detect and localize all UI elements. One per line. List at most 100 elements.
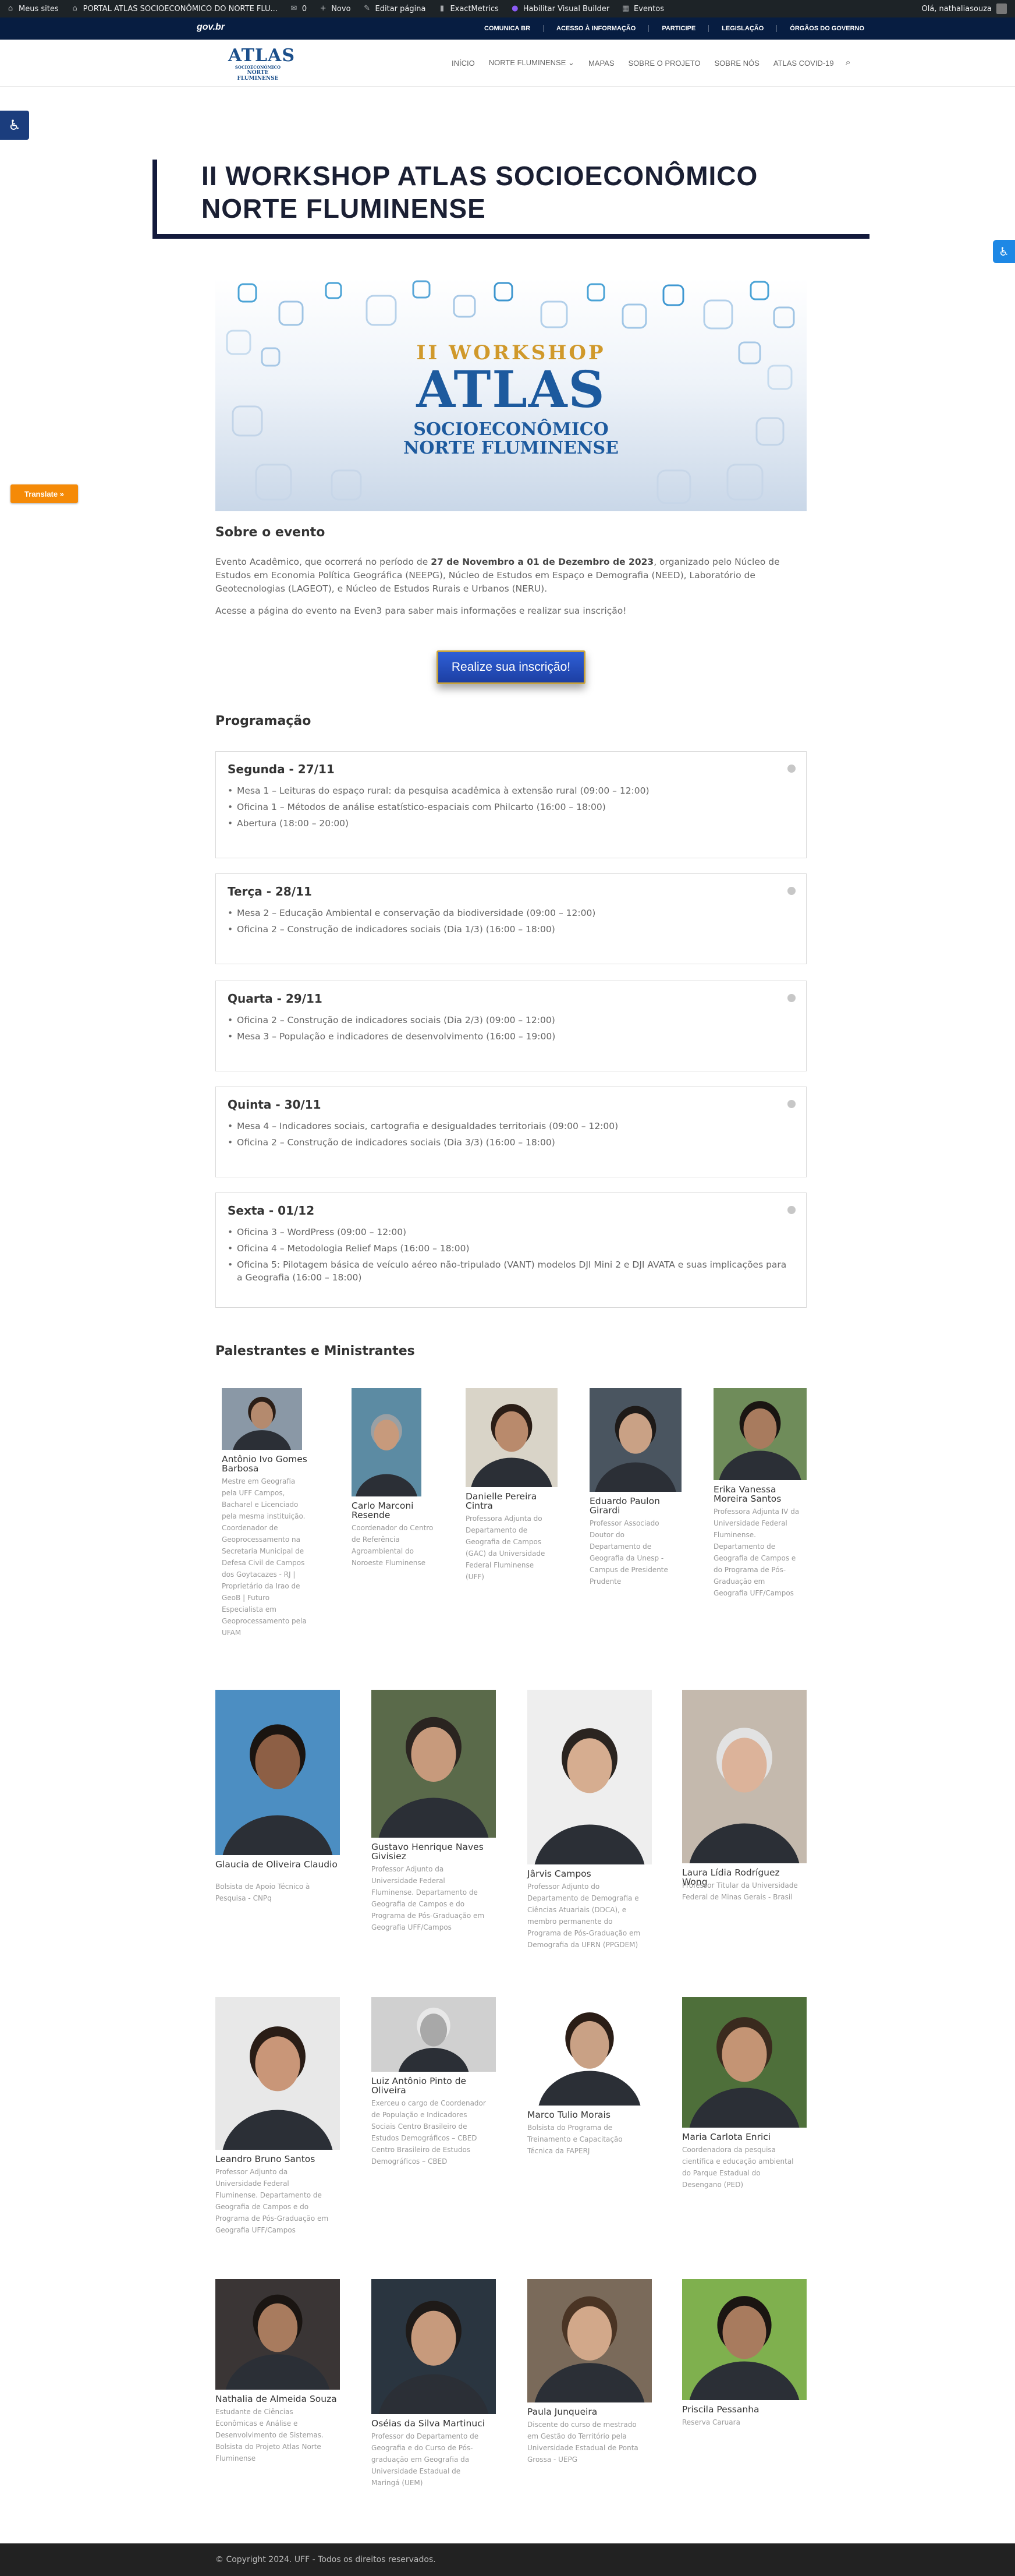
speaker-description: Professor do Departamento de Geografia e… (371, 2432, 479, 2487)
nav-atlas-covid[interactable]: ATLAS COVID-19 (766, 59, 841, 68)
nav-sobre-projeto[interactable]: SOBRE O PROJETO (622, 59, 708, 68)
speaker-description: Exerceu o cargo de Coordenador de Popula… (371, 2099, 486, 2165)
admin-events[interactable]: ▦ Eventos (615, 0, 670, 17)
speaker-photo (352, 1388, 421, 1496)
schedule-item: Oficina 3 – WordPress (09:00 – 12:00) (228, 1226, 792, 1239)
admin-new[interactable]: + Novo (313, 0, 356, 17)
chart-icon: ▮ (439, 4, 445, 13)
schedule-item: Oficina 1 – Métodos de análise estatísti… (228, 801, 792, 813)
admin-site-name[interactable]: ⌂ PORTAL ATLAS SOCIOECONÔMICO DO NORTE FL… (65, 0, 283, 17)
speaker-description: Coordenadora da pesquisa científica e ed… (682, 2146, 794, 2189)
speaker-photo (682, 2279, 807, 2400)
nav-inicio[interactable]: INÍCIO (445, 59, 482, 68)
schedule-day-toggle[interactable]: Sexta - 01/12 Oficina 3 – WordPress (09:0… (215, 1193, 807, 1308)
schedule-item: Mesa 3 – População e indicadores de dese… (228, 1030, 792, 1043)
speaker-name: Marco Tulio Morais (527, 2110, 611, 2120)
speaker-description: Professora Adjunta IV da Universidade Fe… (714, 1508, 800, 1597)
event-banner: II WORKSHOP ATLAS SOCIOECONÔMICO NORTE F… (215, 278, 807, 511)
page-title: II WORKSHOP ATLAS SOCIOECONÔMICO NORTE F… (201, 161, 758, 224)
speaker-name: Maria Carlota Enrici (682, 2132, 771, 2142)
admin-account[interactable]: Olá, nathaliasouza (921, 3, 1015, 14)
pencil-icon: ✎ (364, 4, 370, 13)
site-header: ATLAS SOCIOECONÔMICO NORTE FLUMINENSE IN… (0, 40, 1015, 86)
admin-edit-page-label: Editar página (375, 4, 426, 13)
about-p1-dates: 27 de Novembro a 01 de Dezembro de 2023 (431, 557, 654, 567)
admin-my-sites[interactable]: ⌂ Meus sites (0, 0, 65, 17)
comment-icon: ✉ (290, 4, 297, 13)
toggle-icon[interactable] (787, 765, 796, 773)
schedule-item: Abertura (18:00 – 20:00) (228, 817, 792, 830)
speaker-photo (590, 1388, 682, 1492)
admin-comments[interactable]: ✉ 0 (283, 0, 313, 17)
speaker-name: Eduardo Paulon Girardi (590, 1496, 660, 1516)
divi-icon: ● (512, 4, 519, 13)
schedule-items: Mesa 1 – Leituras do espaço rural: da pe… (228, 784, 792, 833)
banner-line-4: NORTE FLUMINENSE (403, 438, 619, 458)
speaker-name: Gustavo Henrique Naves Givisiez (371, 1842, 484, 1862)
schedule-item: Mesa 2 – Educação Ambiental e conservaçã… (228, 907, 792, 919)
gov-link-orgaos[interactable]: ÓRGÃOS DO GOVERNO (777, 25, 877, 32)
site-logo-sub2: NORTE FLUMINENSE (237, 70, 279, 82)
admin-events-label: Eventos (634, 4, 665, 13)
speaker-photo (222, 1388, 302, 1450)
site-logo-sub1: SOCIOECONÔMICO (235, 65, 281, 70)
schedule-day-toggle[interactable]: Terça - 28/11 Mesa 2 – Educação Ambiental… (215, 873, 807, 964)
schedule-day-toggle[interactable]: Segunda - 27/11 Mesa 1 – Leituras do espa… (215, 751, 807, 858)
speaker-description: Bolsista do Programa de Treinamento e Ca… (527, 2124, 623, 2155)
schedule-items: Oficina 2 – Construção de indicadores so… (228, 1014, 792, 1046)
nav-sobre-nos[interactable]: SOBRE NÓS (708, 59, 766, 68)
speaker-name: Jârvis Campos (527, 1869, 591, 1879)
speaker-name: Antônio Ivo Gomes Barbosa (222, 1454, 307, 1474)
speaker-photo (371, 1997, 496, 2072)
toggle-icon[interactable] (787, 1206, 796, 1214)
gov-link-legislacao[interactable]: LEGISLAÇÃO (709, 25, 778, 32)
gov-link-acesso[interactable]: ACESSO À INFORMAÇÃO (544, 25, 650, 32)
schedule-day-title: Terça - 28/11 (228, 884, 312, 898)
about-paragraph-1: Evento Acadêmico, que ocorrerá no períod… (215, 555, 807, 596)
speaker-name: Paula Junqueira (527, 2407, 598, 2417)
admin-site-name-label: PORTAL ATLAS SOCIOECONÔMICO DO NORTE FLU… (83, 4, 278, 13)
admin-new-label: Novo (331, 4, 351, 13)
toggle-icon[interactable] (787, 994, 796, 1002)
schedule-item: Oficina 2 – Construção de indicadores so… (228, 1014, 792, 1027)
avatar (996, 3, 1007, 14)
translate-button[interactable]: Translate » (10, 484, 78, 503)
speaker-description: Professor Adjunto do Departamento de Dem… (527, 1883, 641, 1949)
sites-icon: ⌂ (8, 4, 13, 13)
accessibility-icon[interactable]: ♿ (0, 111, 29, 140)
speaker-description: Professora Adjunta do Departamento de Ge… (466, 1515, 545, 1581)
nav-norte-fluminense[interactable]: NORTE FLUMINENSE ⌄ (482, 58, 581, 68)
speaker-description: Professor Adjunto da Universidade Federa… (371, 1865, 485, 1931)
gov-links: COMUNICA BR ACESSO À INFORMAÇÃO PARTICIP… (471, 17, 877, 40)
register-button[interactable]: Realize sua inscrição! (436, 650, 585, 684)
admin-exactmetrics-label: ExactMetrics (450, 4, 499, 13)
site-logo[interactable]: ATLAS SOCIOECONÔMICO NORTE FLUMINENSE (228, 45, 295, 82)
gov-logo[interactable]: gov.br (197, 22, 225, 33)
search-icon[interactable]: ⌕ (841, 58, 858, 68)
speaker-photo (215, 1997, 340, 2150)
calendar-icon: ▦ (622, 4, 630, 13)
site-logo-title: ATLAS (228, 45, 295, 66)
schedule-day-title: Quarta - 29/11 (228, 992, 322, 1006)
speaker-name: Nathalia de Almeida Souza (215, 2394, 337, 2404)
admin-edit-page[interactable]: ✎ Editar página (357, 0, 432, 17)
footer: © Copyright 2024. UFF - Todos os direito… (0, 2543, 1015, 2576)
gov-link-participe[interactable]: PARTICIPE (649, 25, 709, 32)
admin-exactmetrics[interactable]: ▮ ExactMetrics (431, 0, 504, 17)
toggle-icon[interactable] (787, 1100, 796, 1108)
gov-link-comunica[interactable]: COMUNICA BR (471, 25, 544, 32)
speaker-name: Oséias da Silva Martinuci (371, 2418, 485, 2429)
nav-mapas[interactable]: MAPAS (581, 59, 622, 68)
speaker-name: Priscila Pessanha (682, 2404, 760, 2415)
accessibility-toolbar-icon[interactable]: ♿ (993, 240, 1015, 263)
schedule-heading: Programação (215, 714, 311, 728)
page-title-block: II WORKSHOP ATLAS SOCIOECONÔMICO NORTE F… (152, 160, 870, 239)
admin-visual-builder[interactable]: ● Habilitar Visual Builder (505, 0, 615, 17)
about-paragraph-2: Acesse a página do evento na Even3 para … (215, 606, 627, 616)
speaker-name: Danielle Pereira Cintra (466, 1491, 537, 1511)
schedule-item: Oficina 5: Pilotagem básica de veículo a… (228, 1258, 792, 1284)
toggle-icon[interactable] (787, 887, 796, 895)
schedule-day-toggle[interactable]: Quarta - 29/11 Oficina 2 – Construção de … (215, 981, 807, 1071)
home-icon: ⌂ (72, 4, 77, 13)
schedule-day-toggle[interactable]: Quinta - 30/11 Mesa 4 – Indicadores socia… (215, 1087, 807, 1177)
